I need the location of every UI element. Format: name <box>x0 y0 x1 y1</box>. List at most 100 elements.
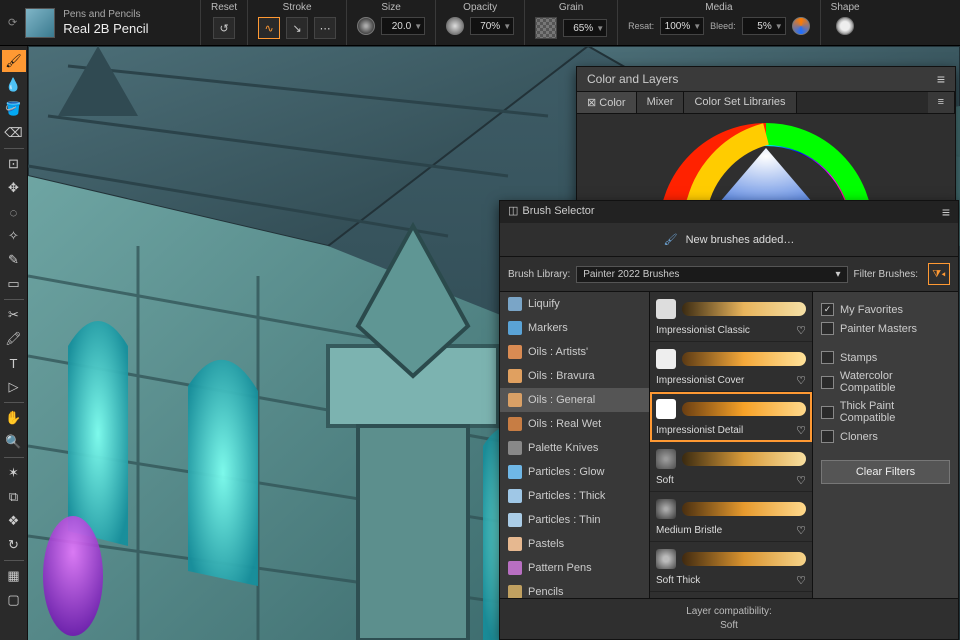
opacity-preview-icon[interactable] <box>446 17 464 35</box>
tool-knife[interactable]: ✂ <box>2 304 26 326</box>
category-icon <box>508 417 522 431</box>
brush-variant-item[interactable]: Impressionist Classic♡ <box>650 292 812 342</box>
filter-checkbox[interactable]: Thick Paint Compatible <box>821 397 950 427</box>
category-icon <box>508 345 522 359</box>
tool-lasso[interactable]: ◌ <box>2 201 26 223</box>
tool-grid[interactable]: ▦ <box>2 565 26 587</box>
grain-segment: Grain 65%▼ <box>524 0 617 45</box>
color-layers-panel: Color and Layers ≡ ⊠ ColorMixerColor Set… <box>576 66 956 210</box>
color-tab-mixer[interactable]: Mixer <box>637 92 685 113</box>
favorite-icon[interactable]: ♡ <box>796 474 806 487</box>
tool-move[interactable]: ✥ <box>2 177 26 199</box>
size-preview-icon[interactable] <box>357 17 375 35</box>
grain-input[interactable]: 65%▼ <box>563 19 607 37</box>
filter-panel: ✓My FavoritesPainter Masters StampsWaterc… <box>812 292 958 598</box>
favorite-icon[interactable]: ♡ <box>796 324 806 337</box>
reset-button[interactable]: ↺ <box>213 17 235 39</box>
brush-category-item[interactable]: Particles : Thin <box>500 508 649 532</box>
tool-brush[interactable]: 🖌 <box>2 50 26 72</box>
tool-mirror[interactable]: ⧉ <box>2 486 26 508</box>
brush-category-item[interactable]: Markers <box>500 316 649 340</box>
stroke-line-button[interactable]: ↘ <box>286 17 308 39</box>
panel-menu-icon[interactable]: ≡ <box>937 71 945 87</box>
color-tab-color-set-libraries[interactable]: Color Set Libraries <box>684 92 796 113</box>
brush-category-item[interactable]: Oils : Artists' <box>500 340 649 364</box>
clear-filters-button[interactable]: Clear Filters <box>821 460 950 484</box>
shape-preview-icon[interactable] <box>836 17 854 35</box>
brush-category-item[interactable]: Oils : Real Wet <box>500 412 649 436</box>
pin-icon[interactable]: ◫ <box>508 205 518 217</box>
filter-checkbox[interactable]: Painter Masters <box>821 319 950 338</box>
category-icon <box>508 465 522 479</box>
tool-text[interactable]: T <box>2 352 26 374</box>
tool-pen[interactable]: ✎ <box>2 249 26 271</box>
color-tab-color[interactable]: ⊠ Color <box>577 92 637 113</box>
favorite-icon[interactable]: ♡ <box>796 374 806 387</box>
brush-variant-item[interactable]: Medium Bristle♡ <box>650 492 812 542</box>
category-icon <box>508 297 522 311</box>
tool-kaleido[interactable]: ❖ <box>2 510 26 532</box>
brush-variant-item[interactable]: Soft♡ <box>650 442 812 492</box>
stroke-options-button[interactable]: ⋯ <box>314 17 336 39</box>
brush-name: Real 2B Pencil <box>63 21 148 37</box>
opacity-input[interactable]: 70%▼ <box>470 17 514 35</box>
brush-category-item[interactable]: Oils : General <box>500 388 649 412</box>
brush-category-item[interactable]: Particles : Glow <box>500 460 649 484</box>
filter-checkbox[interactable]: Watercolor Compatible <box>821 367 950 397</box>
color-tabs-menu-icon[interactable]: ≡ <box>928 92 955 113</box>
tool-crop[interactable]: ⊡ <box>2 153 26 175</box>
brush-variant-list: Impressionist Classic♡Impressionist Cove… <box>650 292 812 598</box>
tool-bucket[interactable]: 🪣 <box>2 98 26 120</box>
brush-variant-item[interactable]: Impressionist Detail♡ <box>650 392 812 442</box>
favorite-icon[interactable]: ♡ <box>796 574 806 587</box>
brush-category-item[interactable]: Pastels <box>500 532 649 556</box>
tool-screen[interactable]: ▢ <box>2 589 26 611</box>
filter-checkbox[interactable]: Stamps <box>821 348 950 367</box>
media-segment: Media Resat: 100%▼ Bleed: 5%▼ <box>617 0 820 45</box>
category-icon <box>508 441 522 455</box>
brush-variant-item[interactable]: Impressionist Cover♡ <box>650 342 812 392</box>
brush-variant-item[interactable]: Soft Thick♡ <box>650 542 812 592</box>
tool-transform[interactable]: ▭ <box>2 273 26 295</box>
brush-category-item[interactable]: Liquify <box>500 292 649 316</box>
tool-eyedrop[interactable]: 💧 <box>2 74 26 96</box>
brush-category-list: LiquifyMarkersOils : Artists'Oils : Brav… <box>500 292 650 598</box>
brush-category-item[interactable]: Pencils <box>500 580 649 598</box>
category-icon <box>508 489 522 503</box>
category-icon <box>508 369 522 383</box>
refresh-icon: ⟳ <box>8 16 17 29</box>
tool-erase[interactable]: ⌫ <box>2 122 26 144</box>
brush-category-item[interactable]: Palette Knives <box>500 436 649 460</box>
category-icon <box>508 393 522 407</box>
filter-checkbox[interactable]: ✓My Favorites <box>821 300 950 319</box>
tool-divine[interactable]: ✶ <box>2 462 26 484</box>
brush-category-item[interactable]: Particles : Thick <box>500 484 649 508</box>
grain-swatch[interactable] <box>535 17 557 39</box>
tool-zoom[interactable]: 🔍 <box>2 431 26 453</box>
favorite-icon[interactable]: ♡ <box>796 424 806 437</box>
tool-wand[interactable]: ✧ <box>2 225 26 247</box>
media-color-icon[interactable] <box>792 17 810 35</box>
brush-category-item[interactable]: Pattern Pens <box>500 556 649 580</box>
tool-hand[interactable]: ✋ <box>2 407 26 429</box>
filter-checkbox[interactable]: Cloners <box>821 427 950 446</box>
color-wheel[interactable] <box>577 114 955 209</box>
filter-icon[interactable]: ⧩◂ <box>928 263 950 285</box>
resat-input[interactable]: 100%▼ <box>660 17 704 35</box>
bleed-input[interactable]: 5%▼ <box>742 17 786 35</box>
brush-library-dropdown[interactable]: Painter 2022 Brushes▾ <box>576 266 847 283</box>
tool-rotate[interactable]: ↻ <box>2 534 26 556</box>
favorite-icon[interactable]: ♡ <box>796 524 806 537</box>
brush-category-item[interactable]: Oils : Bravura <box>500 364 649 388</box>
stroke-freehand-button[interactable]: ∿ <box>258 17 280 39</box>
category-icon <box>508 585 522 598</box>
tool-arrow[interactable]: ▷ <box>2 376 26 398</box>
new-brushes-banner[interactable]: 🖌 New brushes added… <box>500 223 958 257</box>
brush-selector-menu-icon[interactable]: ≡ <box>942 204 950 220</box>
tool-paint[interactable]: 🖍 <box>2 328 26 350</box>
brush-selector-button[interactable]: ⟳ Pens and Pencils Real 2B Pencil <box>0 0 200 45</box>
size-input[interactable]: 20.0▼ <box>381 17 425 35</box>
opacity-segment: Opacity 70%▼ <box>435 0 524 45</box>
size-segment: Size 20.0▼ <box>346 0 435 45</box>
category-icon <box>508 537 522 551</box>
